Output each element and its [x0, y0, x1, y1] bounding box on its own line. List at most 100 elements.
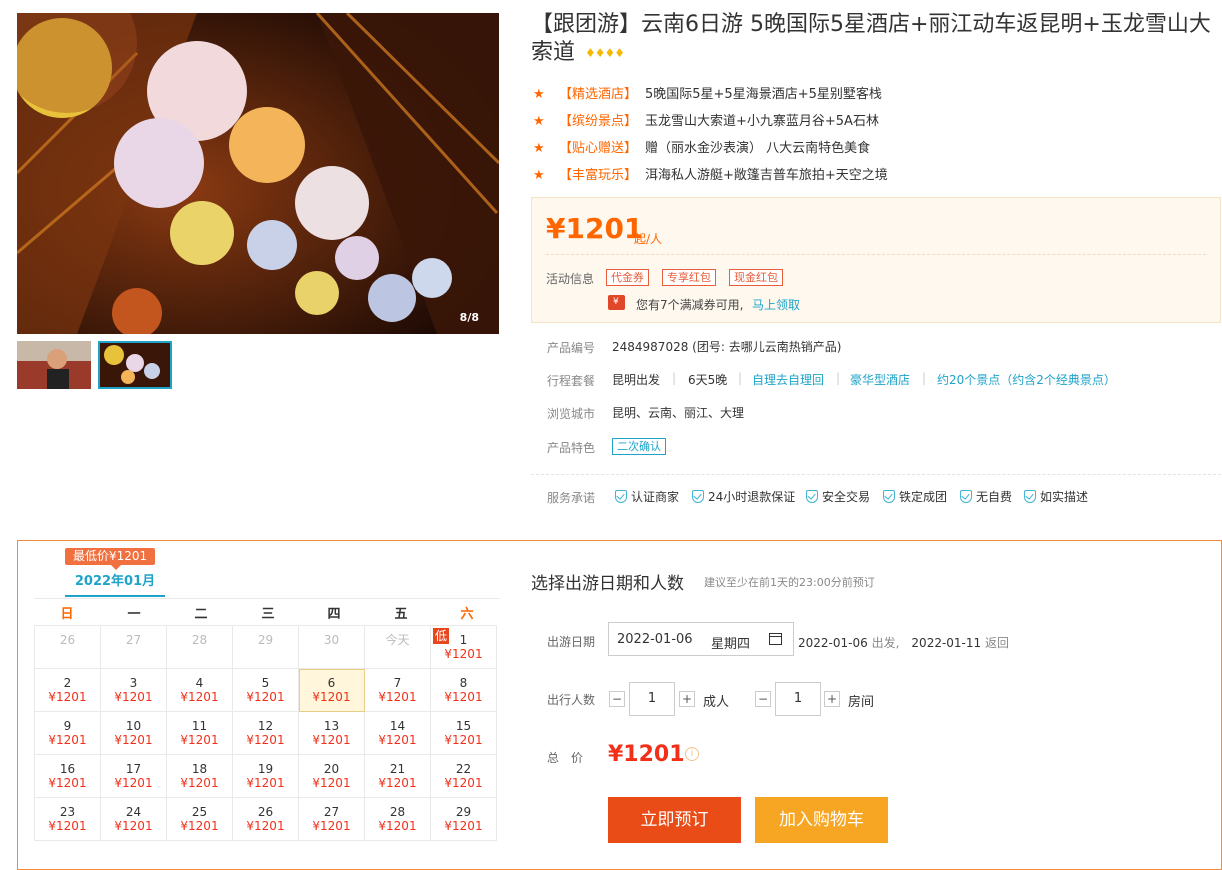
calendar-day-cell: 26	[34, 625, 101, 669]
calendar-day-cell[interactable]: 25 ¥1201	[166, 797, 233, 841]
adults-minus-button[interactable]: −	[609, 691, 625, 707]
day-number: 20	[323, 762, 340, 776]
day-number: 9	[63, 719, 72, 733]
promo-tag-voucher[interactable]: 代金券	[606, 269, 649, 286]
day-number: 12	[257, 719, 274, 733]
thumbnail-1[interactable]	[17, 341, 91, 389]
calendar-day-cell: 今天	[364, 625, 431, 669]
itinerary-transport-link[interactable]: 自理去自理回	[752, 371, 824, 388]
highlight-item: ★ 【精选酒店】 5晚国际5星+5星海景酒店+5星别墅客栈	[531, 85, 882, 105]
people-label: 出行人数	[547, 693, 596, 707]
rooms-count-input[interactable]: 1	[775, 682, 821, 716]
calendar-day-cell[interactable]: 9 ¥1201	[34, 711, 101, 755]
day-number: 16	[59, 762, 76, 776]
day-number: 8	[459, 676, 468, 690]
add-to-cart-button[interactable]: 加入购物车	[755, 797, 888, 843]
calendar-day-cell[interactable]: 17 ¥1201	[100, 754, 167, 798]
calendar-month-tab[interactable]: 2022年01月	[65, 570, 165, 597]
itinerary-hotel-link[interactable]: 豪华型酒店	[850, 371, 910, 388]
service-item: 认证商家	[615, 488, 679, 505]
calendar-day-cell[interactable]: 24 ¥1201	[100, 797, 167, 841]
total-price: ¥1201	[608, 742, 685, 767]
calendar-icon[interactable]	[769, 633, 782, 645]
calendar-day-cell[interactable]: 4 ¥1201	[166, 668, 233, 712]
weekday-header: 一	[127, 607, 141, 622]
calendar-day-cell[interactable]: 14 ¥1201	[364, 711, 431, 755]
calendar-day-cell[interactable]: 5 ¥1201	[232, 668, 299, 712]
itinerary-duration: 6天5晚	[688, 373, 728, 387]
day-price: ¥1201	[444, 776, 483, 790]
day-price: ¥1201	[246, 819, 285, 833]
calendar-day-cell[interactable]: 11 ¥1201	[166, 711, 233, 755]
calendar-day-cell[interactable]: 20 ¥1201	[298, 754, 365, 798]
promo-label: 活动信息	[546, 272, 595, 286]
adults-plus-button[interactable]: +	[679, 691, 695, 707]
day-price: ¥1201	[48, 819, 87, 833]
date-label: 出游日期	[547, 635, 596, 649]
book-now-button[interactable]: 立即预订	[608, 797, 741, 843]
day-number: 10	[125, 719, 142, 733]
calendar-day-cell[interactable]: 23 ¥1201	[34, 797, 101, 841]
lowest-price-badge: 最低价¥1201	[65, 548, 156, 570]
calendar-day-cell[interactable]: 26 ¥1201	[232, 797, 299, 841]
calendar-day-cell[interactable]: 12 ¥1201	[232, 711, 299, 755]
date-value: 2022-01-06	[617, 632, 693, 647]
day-number: 6	[327, 676, 336, 690]
travel-date-picker[interactable]: 2022-01-06 星期四	[608, 622, 794, 656]
calendar-week-row: 2 ¥1201 3 ¥1201 4 ¥1201 5 ¥1201 6 ¥1201 7 ¥1201 8 ¥12…	[34, 668, 497, 712]
promo-tag-exclusive-redpacket[interactable]: 专享红包	[662, 269, 716, 286]
day-number: 15	[455, 719, 472, 733]
calendar-day-cell[interactable]: 18 ¥1201	[166, 754, 233, 798]
day-number: 29	[455, 805, 472, 819]
calendar-day-cell[interactable]: 2 ¥1201	[34, 668, 101, 712]
product-title: 【跟团游】云南6日游 5晚国际5星酒店+丽江动车返昆明+玉龙雪山大索道 ♦♦♦♦	[531, 12, 1211, 65]
price-suffix: 起/人	[634, 232, 663, 246]
thumbnail-2-selected[interactable]	[98, 341, 172, 389]
day-number: 27	[323, 805, 340, 819]
rooms-plus-button[interactable]: +	[824, 691, 840, 707]
day-number: 14	[389, 719, 406, 733]
diamond-icon: ♦♦♦♦	[585, 46, 625, 60]
calendar-day-cell[interactable]: 13 ¥1201	[298, 711, 365, 755]
calendar-day-cell[interactable]: 3 ¥1201	[100, 668, 167, 712]
main-product-image[interactable]: 8/8	[17, 13, 499, 334]
calendar-grid: 26 27 28 29 30 今天低 1 ¥1201 2 ¥1201 3 ¥1201 4 ¥1201 5 ¥1…	[34, 625, 497, 841]
day-price: ¥1201	[378, 733, 417, 747]
calendar-day-cell[interactable]: 21 ¥1201	[364, 754, 431, 798]
day-price: ¥1201	[312, 733, 351, 747]
info-icon[interactable]: i	[685, 747, 699, 761]
service-label: 服务承诺	[547, 491, 596, 505]
day-price: ¥1201	[312, 690, 351, 704]
day-number: 5	[261, 676, 270, 690]
calendar-day-cell: 28	[166, 625, 233, 669]
day-number: 18	[191, 762, 208, 776]
promo-tag-cash-redpacket[interactable]: 现金红包	[729, 269, 783, 286]
shield-check-icon	[615, 490, 627, 503]
calendar-day-cell[interactable]: 19 ¥1201	[232, 754, 299, 798]
calendar-day-cell[interactable]: 10 ¥1201	[100, 711, 167, 755]
service-item: 无自费	[960, 488, 1012, 505]
calendar-day-cell[interactable]: 28 ¥1201	[364, 797, 431, 841]
feature-tag: 二次确认	[612, 438, 666, 455]
calendar-day-cell[interactable]: 27 ¥1201	[298, 797, 365, 841]
calendar-day-cell[interactable]: 15 ¥1201	[430, 711, 497, 755]
calendar-day-cell[interactable]: 7 ¥1201	[364, 668, 431, 712]
calendar-day-cell[interactable]: 29 ¥1201	[430, 797, 497, 841]
day-number: 25	[191, 805, 208, 819]
star-icon: ★	[533, 141, 545, 156]
day-price: ¥1201	[378, 690, 417, 704]
calendar-day-cell[interactable]: 16 ¥1201	[34, 754, 101, 798]
claim-coupon-link[interactable]: 马上领取	[752, 296, 800, 313]
day-price: ¥1201	[48, 690, 87, 704]
product-no-label: 产品编号	[547, 341, 596, 355]
calendar-day-cell[interactable]: 低 1 ¥1201	[430, 625, 497, 669]
adults-count-input[interactable]: 1	[629, 682, 675, 716]
day-number: 23	[59, 805, 76, 819]
itinerary-departure: 昆明出发	[612, 373, 661, 387]
itinerary-spots-link[interactable]: 约20个景点（约含2个经典景点）	[937, 371, 1116, 388]
calendar-day-cell[interactable]: 22 ¥1201	[430, 754, 497, 798]
calendar-day-cell[interactable]: 6 ¥1201	[298, 668, 365, 712]
day-number: 11	[191, 719, 208, 733]
calendar-day-cell[interactable]: 8 ¥1201	[430, 668, 497, 712]
rooms-minus-button[interactable]: −	[755, 691, 771, 707]
